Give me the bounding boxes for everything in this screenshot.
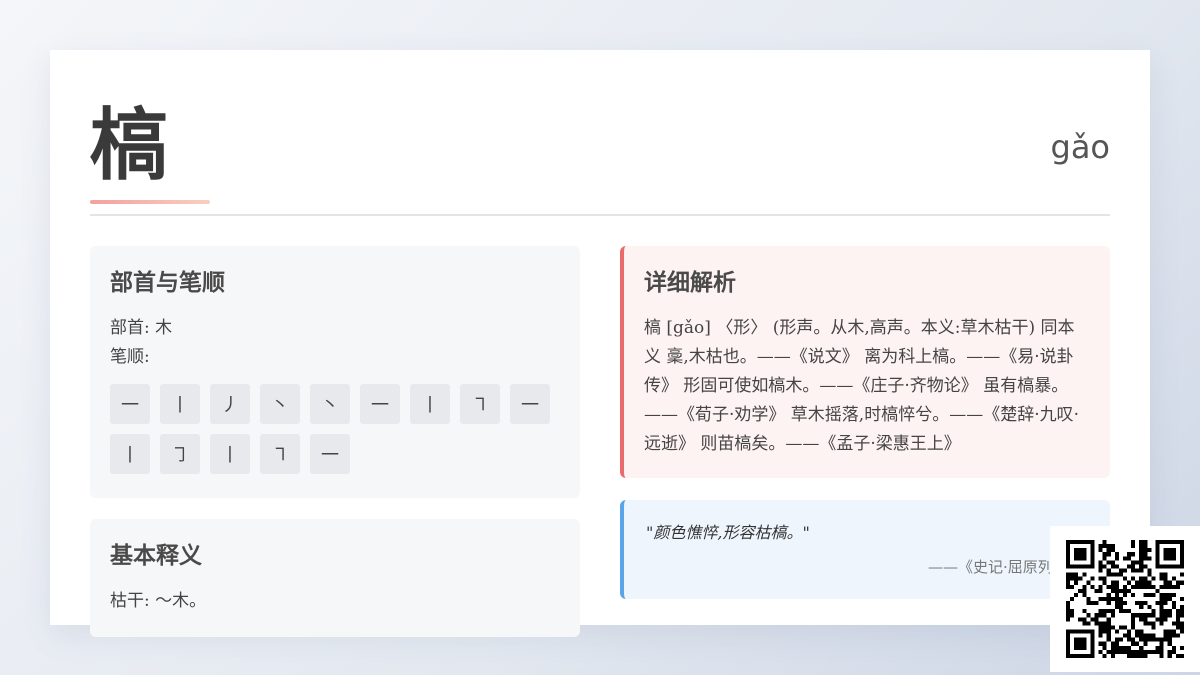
stroke-tile: 一 <box>310 434 350 474</box>
character-title: 槁 <box>90 100 169 191</box>
qr-code[interactable] <box>1050 526 1200 672</box>
stroke-tile: 丶 <box>310 384 350 424</box>
radical-strokes-panel: 部首与笔顺 部首: 木 笔顺: 一丨丿丶丶一丨㇕一丨㇆丨㇕一 <box>90 246 580 498</box>
stroke-tile: 丶 <box>260 384 300 424</box>
qr-code-icon <box>1066 540 1184 658</box>
header-divider <box>90 214 1110 216</box>
title-accent-bar <box>90 200 210 204</box>
radical-strokes-title: 部首与笔顺 <box>110 269 225 296</box>
detailed-analysis-title: 详细解析 <box>644 269 736 296</box>
pinyin: gǎo <box>1050 128 1111 166</box>
radical-line: 部首: 木 <box>110 314 560 343</box>
detailed-analysis-text: 槁 [gǎo] 〈形〉 (形声。从木,高声。本义:草木枯干) 同本义 稾,木枯也… <box>644 318 1080 454</box>
stroke-tile: 丨 <box>410 384 450 424</box>
dictionary-card: 槁 gǎo 部首与笔顺 部首: 木 笔顺: 一丨丿丶丶一丨㇕一丨㇆丨㇕一 基本释… <box>50 50 1200 672</box>
basic-definition-panel: 基本释义 枯干: ～木。 <box>90 519 580 637</box>
basic-definition-title: 基本释义 <box>110 542 202 569</box>
detailed-analysis-panel: 详细解析 槁 [gǎo] 〈形〉 (形声。从木,高声。本义:草木枯干) 同本义 … <box>620 246 1110 478</box>
stroke-order-label: 笔顺: <box>110 347 150 367</box>
stroke-tile: 一 <box>510 384 550 424</box>
radical-info: 部首: 木 笔顺: <box>110 314 560 372</box>
stroke-tile: 丨 <box>160 384 200 424</box>
radical-label: 部首: <box>110 318 150 338</box>
basic-definition-text: 枯干: ～木。 <box>110 591 207 611</box>
stroke-tile: 丿 <box>210 384 250 424</box>
radical-value: 木 <box>155 318 173 338</box>
stroke-tile: 一 <box>110 384 150 424</box>
stroke-tile: ㇕ <box>460 384 500 424</box>
stroke-tile: 丨 <box>110 434 150 474</box>
quote-text: "颜色憔悴,形容枯槁。" <box>646 523 810 542</box>
stroke-tile: ㇕ <box>260 434 300 474</box>
header: 槁 gǎo <box>90 100 1110 216</box>
stroke-tile: ㇆ <box>160 434 200 474</box>
stroke-order-grid: 一丨丿丶丶一丨㇕一丨㇆丨㇕一 <box>110 384 560 474</box>
quote-panel: "颜色憔悴,形容枯槁。" ——《史记·屈原列传》 <box>620 500 1110 599</box>
stroke-tile: 一 <box>360 384 400 424</box>
stroke-tile: 丨 <box>210 434 250 474</box>
